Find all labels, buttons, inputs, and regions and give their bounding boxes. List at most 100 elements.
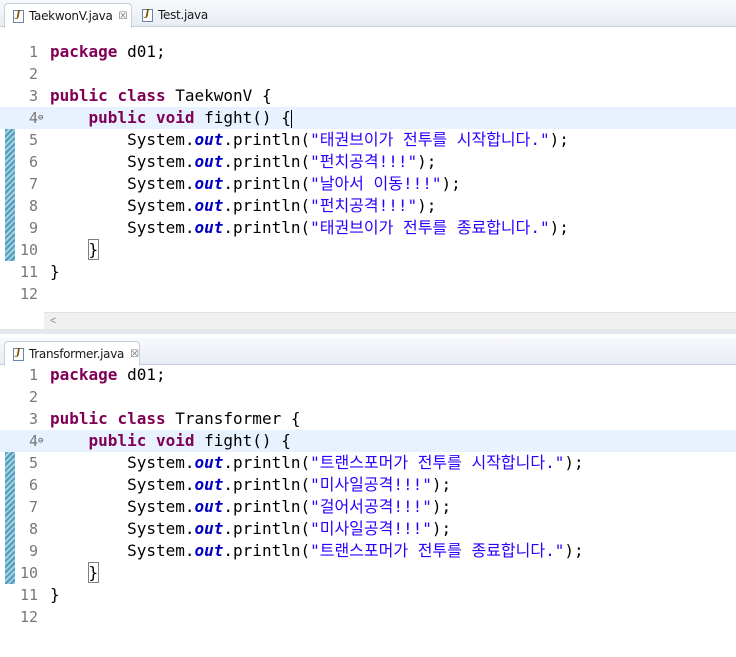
code-token: .println(: [223, 475, 311, 494]
line-number: 5: [28, 131, 38, 149]
line-number: 3: [28, 410, 38, 428]
code-line[interactable]: 12: [0, 606, 736, 628]
line-number: 8: [28, 197, 38, 215]
code-token: );: [549, 218, 569, 237]
code-line[interactable]: 10 }: [0, 239, 736, 261]
code-text: }: [50, 239, 100, 261]
tab-taekwonv-java[interactable]: TaekwonV.java ☒: [4, 3, 132, 28]
code-token: .println(: [223, 152, 311, 171]
code-token: .println(: [223, 218, 311, 237]
line-number: 11: [19, 263, 38, 281]
horizontal-scrollbar[interactable]: <: [44, 312, 736, 329]
line-number: 10: [19, 241, 38, 259]
matching-bracket: }: [87, 239, 100, 260]
code-text: System.out.println("날아서 이동!!!");: [50, 173, 461, 195]
code-line[interactable]: 11}: [0, 584, 736, 606]
line-number: 6: [28, 153, 38, 171]
line-number: 9: [28, 219, 38, 237]
code-editor[interactable]: 1 package d01; 2 3 public class TaekwonV {4 ⊖…: [0, 41, 736, 305]
code-line[interactable]: 1 package d01;: [0, 364, 736, 386]
code-line[interactable]: 7 System.out.println("걸어서공격!!!");: [0, 496, 736, 518]
code-line[interactable]: 10 }: [0, 562, 736, 584]
code-token: System.: [50, 541, 195, 560]
matching-bracket: }: [87, 562, 100, 583]
fold-collapse-icon[interactable]: ⊖: [38, 107, 43, 129]
code-line[interactable]: 8 System.out.println("펀치공격!!!");: [0, 195, 736, 217]
close-icon[interactable]: ☒: [130, 349, 139, 360]
keyword-token: class: [117, 409, 166, 428]
static-field-token: out: [194, 174, 224, 193]
line-number: 1: [28, 43, 38, 61]
code-line[interactable]: 3 public class Transformer {: [0, 408, 736, 430]
code-line[interactable]: 4 ⊖ public void fight() {: [0, 107, 736, 129]
keyword-token: void: [155, 108, 195, 127]
tab-transformer-java[interactable]: Transformer.java ☒: [4, 341, 140, 366]
code-token: System.: [50, 453, 195, 472]
editor-pane-bottom: Transformer.java ☒ 1 package d01; 2 3 public…: [0, 334, 736, 657]
code-line[interactable]: 5 System.out.println("태권브이가 전투를 시작합니다.")…: [0, 129, 736, 151]
code-line[interactable]: 4 ⊖ public void fight() {: [0, 430, 736, 452]
code-text: System.out.println("트랜스포머가 전투를 종료합니다.");: [50, 540, 584, 562]
code-text: System.out.println("태권브이가 전투를 종료합니다.");: [50, 217, 569, 239]
code-text: System.out.println("미사일공격!!!");: [50, 518, 451, 540]
code-token: );: [431, 497, 452, 516]
code-text: public class Transformer {: [50, 408, 300, 430]
code-token: .println(: [223, 541, 311, 560]
code-line[interactable]: 6 System.out.println("미사일공격!!!");: [0, 474, 736, 496]
code-token: Transformer {: [165, 409, 301, 428]
string-literal-token: "태권브이가 전투를 시작합니다.": [310, 130, 550, 149]
code-line[interactable]: 8 System.out.println("미사일공격!!!");: [0, 518, 736, 540]
code-text: System.out.println("펀치공격!!!");: [50, 151, 436, 173]
code-token: System.: [50, 475, 195, 494]
tab-label: Transformer.java: [29, 347, 125, 361]
code-line[interactable]: 11}: [0, 261, 736, 283]
tab-test-java[interactable]: Test.java: [134, 3, 214, 27]
line-number: 12: [19, 608, 38, 626]
code-line[interactable]: 9 System.out.println("트랜스포머가 전투를 종료합니다."…: [0, 540, 736, 562]
code-token: .println(: [223, 196, 311, 215]
code-text: System.out.println("펀치공격!!!");: [50, 195, 436, 217]
keyword-token: package: [50, 365, 118, 384]
code-line[interactable]: 7 System.out.println("날아서 이동!!!");: [0, 173, 736, 195]
scroll-left-arrow-icon[interactable]: <: [50, 313, 56, 329]
line-number: 7: [28, 498, 38, 516]
code-line[interactable]: 6 System.out.println("펀치공격!!!");: [0, 151, 736, 173]
keyword-token: public: [50, 86, 108, 105]
code-line[interactable]: 12: [0, 283, 736, 305]
code-text: package d01;: [50, 364, 166, 386]
line-number: 11: [19, 586, 38, 604]
string-literal-token: "날아서 이동!!!": [310, 174, 442, 193]
code-token: );: [441, 174, 461, 193]
close-icon[interactable]: ☒: [119, 11, 128, 22]
fold-collapse-icon[interactable]: ⊖: [38, 430, 43, 452]
code-line[interactable]: 2: [0, 386, 736, 408]
code-line[interactable]: 3 public class TaekwonV {: [0, 85, 736, 107]
line-number: 5: [28, 454, 38, 472]
code-line[interactable]: 1 package d01;: [0, 41, 736, 63]
code-token: System.: [50, 497, 195, 516]
code-token: );: [417, 196, 437, 215]
code-editor[interactable]: 1 package d01; 2 3 public class Transformer …: [0, 364, 736, 628]
line-number: 10: [19, 564, 38, 582]
code-token: );: [564, 541, 584, 560]
code-text: System.out.println("태권브이가 전투를 시작합니다.");: [50, 129, 569, 151]
code-line[interactable]: 9 System.out.println("태권브이가 전투를 종료합니다.")…: [0, 217, 736, 239]
code-token: d01;: [117, 365, 166, 384]
code-token: System.: [50, 152, 195, 171]
string-literal-token: "미사일공격!!!": [310, 475, 432, 494]
code-line[interactable]: 2: [0, 63, 736, 85]
code-token: System.: [50, 519, 195, 538]
line-number: 4: [28, 432, 38, 450]
keyword-token: class: [117, 86, 166, 105]
keyword-token: void: [155, 431, 195, 450]
code-line[interactable]: 5 System.out.println("트랜스포머가 전투를 시작합니다."…: [0, 452, 736, 474]
static-field-token: out: [194, 497, 224, 516]
line-number: 3: [28, 87, 38, 105]
text-cursor: [290, 109, 292, 128]
code-token: );: [431, 475, 452, 494]
code-text: }: [50, 261, 60, 283]
